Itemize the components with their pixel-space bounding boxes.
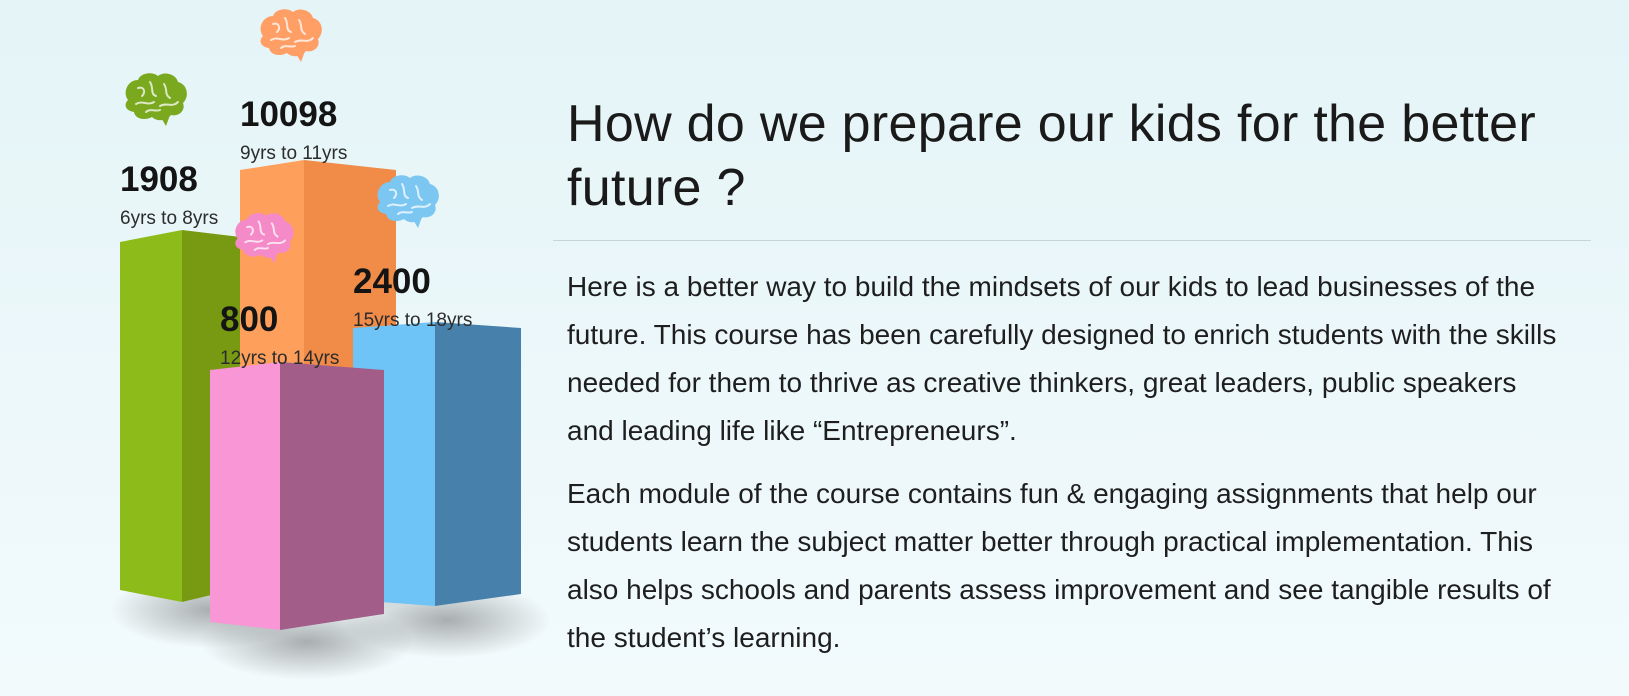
bar-side-2 (280, 362, 384, 630)
brain-icon (260, 9, 322, 62)
divider (553, 240, 1591, 241)
category-label: 12yrs to 14yrs (220, 348, 340, 369)
brain-icon (235, 213, 294, 264)
value-label: 2400 (353, 262, 431, 301)
bar-side-3 (435, 322, 521, 606)
category-label: 6yrs to 8yrs (120, 208, 219, 229)
age-group-chart: 1908 6yrs to 8yrs 10098 9yrs to 11yrs 2400 15… (0, 0, 560, 696)
value-label: 1908 (120, 160, 198, 199)
value-label: 10098 (240, 95, 338, 134)
category-label: 15yrs to 18yrs (353, 310, 473, 331)
value-label: 800 (220, 300, 279, 339)
bar-front-0 (120, 230, 182, 602)
brain-icon (125, 73, 187, 126)
bar-front-2 (210, 362, 280, 630)
page-heading: How do we prepare our kids for the bette… (567, 95, 1537, 217)
text-panel: How do we prepare our kids for the bette… (553, 0, 1593, 696)
intro-paragraph: Here is a better way to build the mindse… (567, 271, 1557, 446)
brain-icon (377, 175, 439, 228)
module-paragraph: Each module of the course contains fun &… (567, 478, 1551, 653)
category-label: 9yrs to 11yrs (240, 143, 348, 164)
